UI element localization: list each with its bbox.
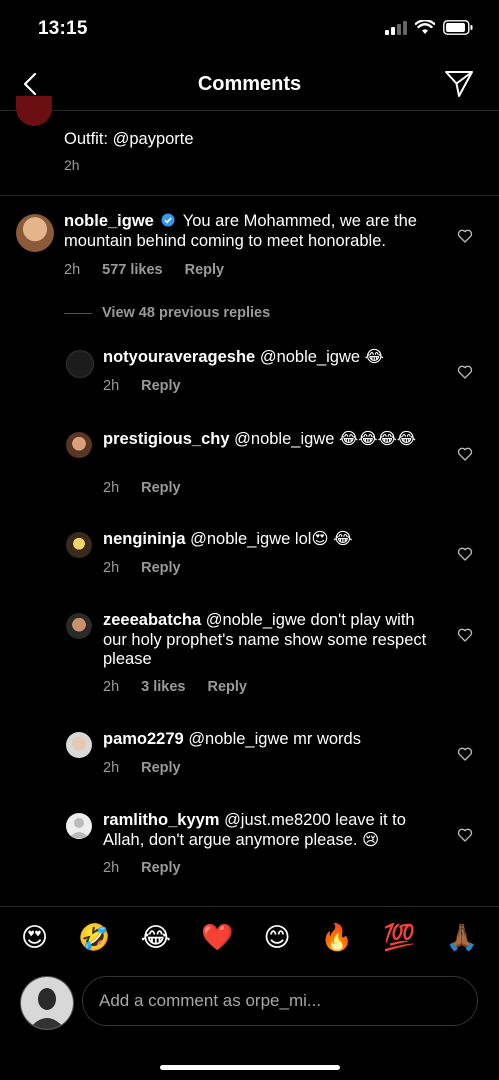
reply-text: @noble_igwe lol😍 😂 <box>190 530 353 548</box>
caption-comment: Outfit: @payporte 2h <box>64 130 194 173</box>
heart-icon[interactable] <box>457 228 473 244</box>
reply-likes[interactable]: 3 likes <box>141 679 185 695</box>
reply-time: 2h <box>103 480 120 496</box>
status-icons <box>385 20 473 35</box>
profile-photo-icon <box>21 977 73 1029</box>
comment-input[interactable]: Add a comment as orpe_mi... <box>82 976 478 1026</box>
heart-icon[interactable] <box>457 746 473 762</box>
reply-button[interactable]: Reply <box>141 860 181 876</box>
reply-button[interactable]: Reply <box>141 378 181 394</box>
reply-time: 2h <box>103 679 120 695</box>
reply-button[interactable]: Reply <box>141 560 181 576</box>
battery-icon <box>443 20 473 35</box>
cellular-signal-icon <box>385 20 407 35</box>
avatar[interactable] <box>66 350 94 378</box>
home-indicator <box>160 1065 340 1070</box>
reply-body: zeeeabatcha @noble_igwe don't play with … <box>103 611 433 670</box>
emoji-fire[interactable]: 🔥 <box>321 922 353 953</box>
view-previous-replies-button[interactable]: View 48 previous replies <box>64 305 270 321</box>
caption-time: 2h <box>64 157 80 173</box>
reply-body: prestigious_chy @noble_igwe 😂😂😂😂 <box>103 430 428 450</box>
status-time: 13:15 <box>38 18 88 39</box>
heart-icon[interactable] <box>457 446 473 462</box>
verified-badge-icon <box>161 213 175 227</box>
wifi-icon <box>415 20 435 34</box>
comment-composer: Add a comment as orpe_mi... <box>0 972 499 1040</box>
emoji-smile[interactable]: 😊 <box>264 922 291 953</box>
status-bar: 13:15 <box>0 0 499 60</box>
caption-text: Outfit: @payporte <box>64 130 194 148</box>
reply-time: 2h <box>103 560 120 576</box>
avatar[interactable] <box>66 613 92 639</box>
comment-body: noble_igwe You are Mohammed, we are the … <box>64 212 434 251</box>
reply-username[interactable]: prestigious_chy <box>103 430 230 448</box>
page-title: Comments <box>197 73 302 95</box>
reply-body: notyouraverageshe @noble_igwe 😂 <box>103 348 433 368</box>
reply-text: @noble_igwe 😂 <box>259 348 384 366</box>
current-user-avatar <box>20 976 74 1030</box>
comment-time: 2h <box>64 262 81 278</box>
avatar[interactable] <box>16 214 54 252</box>
reply-username[interactable]: ramlitho_kyym <box>103 811 219 829</box>
replies-divider-line <box>64 312 92 314</box>
emoji-red-heart[interactable]: ❤️ <box>201 922 233 953</box>
reply-time: 2h <box>103 378 120 394</box>
share-button[interactable] <box>443 68 475 100</box>
comment-username[interactable]: noble_igwe <box>64 212 154 230</box>
reply-meta: 2h Reply <box>103 480 181 496</box>
reply-body: nengininja @noble_igwe lol😍 😂 <box>103 530 433 550</box>
default-avatar-icon <box>69 818 89 838</box>
reply-username[interactable]: nengininja <box>103 530 186 548</box>
heart-icon[interactable] <box>457 364 473 380</box>
reply-meta: 2h Reply <box>103 760 181 776</box>
divider <box>0 195 499 196</box>
reply-time: 2h <box>103 860 120 876</box>
reply-username[interactable]: zeeeabatcha <box>103 611 201 629</box>
reply-meta: 2h Reply <box>103 560 181 576</box>
reply-button[interactable]: Reply <box>207 679 247 695</box>
reply-time: 2h <box>103 760 120 776</box>
reply-text: @noble_igwe 😂😂😂😂 <box>234 430 417 448</box>
heart-icon[interactable] <box>457 827 473 843</box>
emoji-joy[interactable]: 😂 <box>141 922 171 953</box>
avatar[interactable] <box>66 813 92 839</box>
emoji-heart-eyes[interactable]: 😍 <box>21 922 48 953</box>
reply-body: ramlitho_kyym @just.me8200 leave it to A… <box>103 811 433 850</box>
header-bar: Comments <box>0 60 499 111</box>
reply-button[interactable]: Reply <box>141 760 181 776</box>
reply-username[interactable]: notyouraverageshe <box>103 348 255 366</box>
reply-meta: 2h Reply <box>103 860 181 876</box>
reply-username[interactable]: pamo2279 <box>103 730 184 748</box>
comment-likes[interactable]: 577 likes <box>102 262 162 278</box>
emoji-rofl[interactable]: 🤣 <box>78 922 110 953</box>
reply-body: pamo2279 @noble_igwe mr words <box>103 730 433 750</box>
reply-text: @noble_igwe mr words <box>188 730 361 748</box>
reply-button[interactable]: Reply <box>185 262 225 278</box>
heart-icon[interactable] <box>457 546 473 562</box>
heart-icon[interactable] <box>457 627 473 643</box>
view-replies-label: View 48 previous replies <box>102 305 271 321</box>
avatar[interactable] <box>66 732 92 758</box>
comment-meta: 2h 577 likes Reply <box>64 262 224 278</box>
avatar[interactable] <box>66 532 92 558</box>
emoji-pray[interactable]: 🙏🏾 <box>446 922 478 953</box>
paper-plane-icon <box>445 71 473 97</box>
avatar[interactable] <box>66 432 92 458</box>
caption-avatar[interactable] <box>16 96 52 126</box>
emoji-hundred[interactable]: 💯 <box>383 922 415 953</box>
reply-meta: 2h 3 likes Reply <box>103 679 247 695</box>
emoji-quick-bar: 😍 🤣 😂 ❤️ 😊 🔥 💯 🙏🏾 <box>0 906 499 968</box>
reply-meta: 2h Reply <box>103 378 181 394</box>
reply-button[interactable]: Reply <box>141 480 181 496</box>
